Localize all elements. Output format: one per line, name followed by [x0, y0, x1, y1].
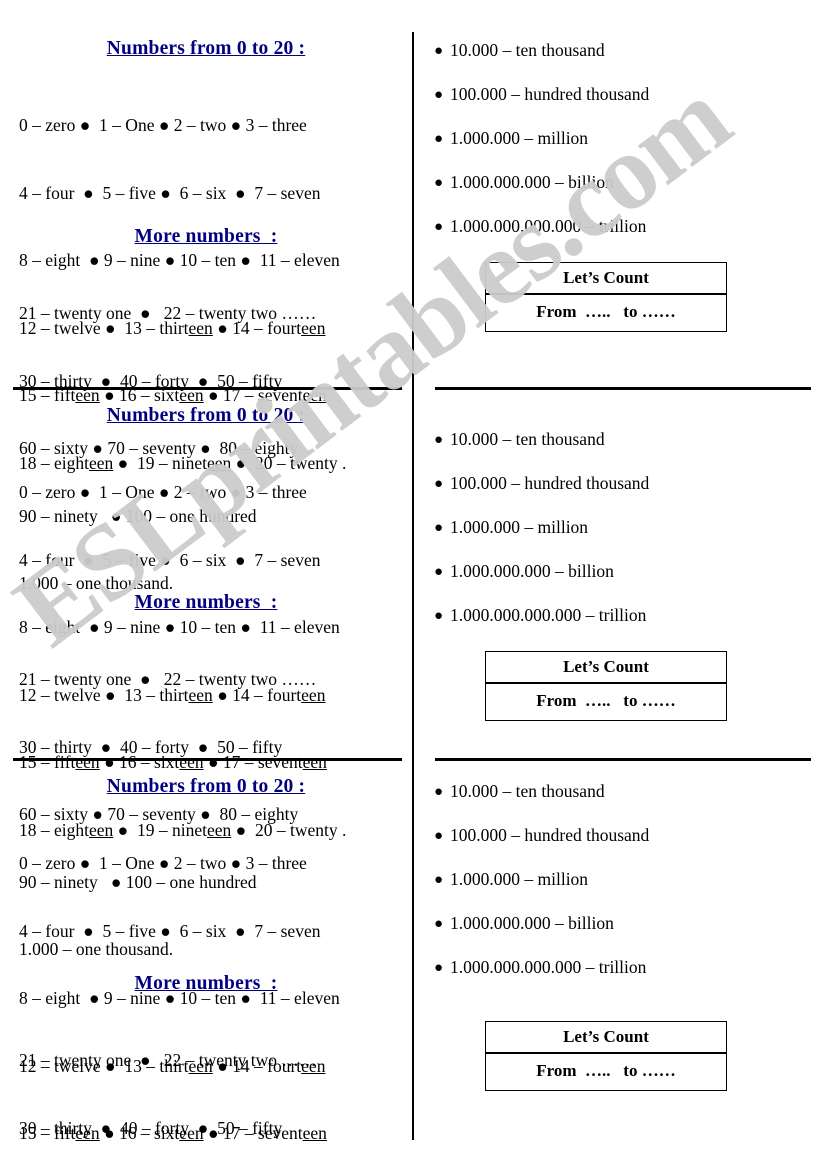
- lets-count-from-to-field[interactable]: From ….. to ……: [486, 295, 726, 331]
- right-section-3: ● 10.000 – ten thousand ● 100.000 – hundre…: [414, 781, 826, 978]
- bullet-icon: ●: [434, 476, 444, 492]
- lets-count-box[interactable]: Let’s Count From ….. to ……: [485, 262, 727, 332]
- number-line: 21 – twenty one ● 22 – twenty two ……: [19, 303, 317, 323]
- list-item-label: 1.000.000.000.000 – trillion: [450, 957, 647, 977]
- big-numbers-list: ● 10.000 – ten thousand ● 100.000 – hundre…: [414, 40, 826, 237]
- bullet-icon: ●: [434, 608, 444, 624]
- list-item: ● 100.000 – hundred thousand: [434, 473, 826, 494]
- heading-more-numbers: More numbers :: [134, 226, 278, 247]
- number-line: 4 – four ● 5 – five ● 6 – six ● 7 – seve…: [19, 920, 321, 941]
- big-numbers-list: ● 10.000 – ten thousand ● 100.000 – hundre…: [414, 781, 826, 978]
- bullet-icon: ●: [434, 175, 444, 191]
- list-item: ● 1.000.000.000 – billion: [434, 913, 826, 934]
- bullet-icon: ●: [434, 564, 444, 580]
- list-item-label: 1.000.000.000.000 – trillion: [450, 605, 647, 625]
- number-line: 4 – four ● 5 – five ● 6 – six ● 7 – seve…: [19, 549, 321, 570]
- section-divider-left-2: [13, 758, 402, 761]
- number-line: 0 – zero ● 1 – One ● 2 – two ● 3 – three: [19, 115, 307, 135]
- list-item: ● 1.000.000.000 – billion: [434, 172, 826, 193]
- number-line: 30 – thirty ● 40 – forty ● 50 – fifty: [19, 736, 283, 757]
- list-item-label: 100.000 – hundred thousand: [450, 84, 650, 104]
- list-item-label: 10.000 – ten thousand: [450, 429, 605, 449]
- bullet-icon: ●: [434, 960, 444, 976]
- lets-count-box[interactable]: Let’s Count From ….. to ……: [485, 1021, 727, 1091]
- list-item: ● 10.000 – ten thousand: [434, 40, 826, 61]
- list-item-label: 100.000 – hundred thousand: [450, 825, 650, 845]
- bullet-icon: ●: [434, 872, 444, 888]
- number-line: 0 – zero ● 1 – One ● 2 – two ● 3 – three: [19, 482, 307, 502]
- lets-count-box[interactable]: Let’s Count From ….. to ……: [485, 651, 727, 721]
- list-item: ● 10.000 – ten thousand: [434, 781, 826, 802]
- lets-count-title: Let’s Count: [486, 652, 726, 684]
- list-item-label: 10.000 – ten thousand: [450, 40, 605, 60]
- section-divider-right-1: [435, 387, 811, 390]
- heading-numbers-0-20: Numbers from 0 to 20 :: [106, 38, 306, 59]
- list-item-label: 1.000.000.000.000 – trillion: [450, 216, 647, 236]
- bullet-icon: ●: [434, 43, 444, 59]
- heading-numbers-0-20: Numbers from 0 to 20 :: [106, 405, 306, 426]
- list-item-label: 10.000 – ten thousand: [450, 781, 605, 801]
- list-item: ● 1.000.000.000 – billion: [434, 561, 826, 582]
- number-line: 0 – zero ● 1 – One ● 2 – two ● 3 – three: [19, 853, 307, 873]
- lets-count-title: Let’s Count: [486, 1022, 726, 1054]
- bullet-icon: ●: [434, 828, 444, 844]
- bullet-icon: ●: [434, 219, 444, 235]
- number-line: 21 – twenty one ● 22 – twenty two ……: [19, 669, 317, 689]
- bullet-icon: ●: [434, 131, 444, 147]
- list-item: ● 100.000 – hundred thousand: [434, 84, 826, 105]
- lets-count-title: Let’s Count: [486, 263, 726, 295]
- number-line: 21 – twenty one ● 22 – twenty two ……: [19, 1050, 317, 1070]
- number-line: 4 – four ● 5 – five ● 6 – six ● 7 – seve…: [19, 182, 321, 203]
- lets-count-from-to-field[interactable]: From ….. to ……: [486, 1054, 726, 1090]
- lets-count-from-to-field[interactable]: From ….. to ……: [486, 684, 726, 720]
- list-item: ● 100.000 – hundred thousand: [434, 825, 826, 846]
- list-item: ● 1.000.000.000.000 – trillion: [434, 957, 826, 978]
- list-item-label: 1.000.000 – million: [450, 128, 589, 148]
- right-section-2: ● 10.000 – ten thousand ● 100.000 – hundre…: [414, 429, 826, 626]
- big-numbers-list: ● 10.000 – ten thousand ● 100.000 – hundre…: [414, 429, 826, 626]
- list-item: ● 1.000.000 – million: [434, 128, 826, 149]
- section-divider-left-1: [13, 387, 402, 390]
- list-item-label: 100.000 – hundred thousand: [450, 473, 650, 493]
- left-more-numbers-3: More numbers : 21 – twenty one ● 22 – tw…: [0, 973, 412, 1169]
- list-item-label: 1.000.000 – million: [450, 517, 589, 537]
- heading-more-numbers: More numbers :: [134, 592, 278, 613]
- list-item-label: 1.000.000.000 – billion: [450, 561, 614, 581]
- section-divider-right-2: [435, 758, 811, 761]
- list-item: ● 10.000 – ten thousand: [434, 429, 826, 450]
- list-item: ● 1.000.000.000.000 – trillion: [434, 605, 826, 626]
- list-item: ● 1.000.000 – million: [434, 517, 826, 538]
- more-numbers-list: 21 – twenty one ● 22 – twenty two …… 30 …: [0, 1004, 412, 1169]
- list-item-label: 1.000.000.000 – billion: [450, 172, 614, 192]
- bullet-icon: ●: [434, 784, 444, 800]
- list-item: ● 1.000.000.000.000 – trillion: [434, 216, 826, 237]
- number-line: 30 – thirty ● 40 – forty ● 50 – fifty: [19, 1117, 283, 1138]
- heading-more-numbers: More numbers :: [134, 973, 278, 994]
- worksheet-page: ESLprintables.com Numbers from 0 to 20 :…: [0, 0, 826, 1169]
- bullet-icon: ●: [434, 916, 444, 932]
- bullet-icon: ●: [434, 432, 444, 448]
- list-item-label: 1.000.000 – million: [450, 869, 589, 889]
- list-item-label: 1.000.000.000 – billion: [450, 913, 614, 933]
- heading-numbers-0-20: Numbers from 0 to 20 :: [106, 776, 306, 797]
- list-item: ● 1.000.000 – million: [434, 869, 826, 890]
- right-section-1: ● 10.000 – ten thousand ● 100.000 – hundre…: [414, 40, 826, 237]
- bullet-icon: ●: [434, 87, 444, 103]
- bullet-icon: ●: [434, 520, 444, 536]
